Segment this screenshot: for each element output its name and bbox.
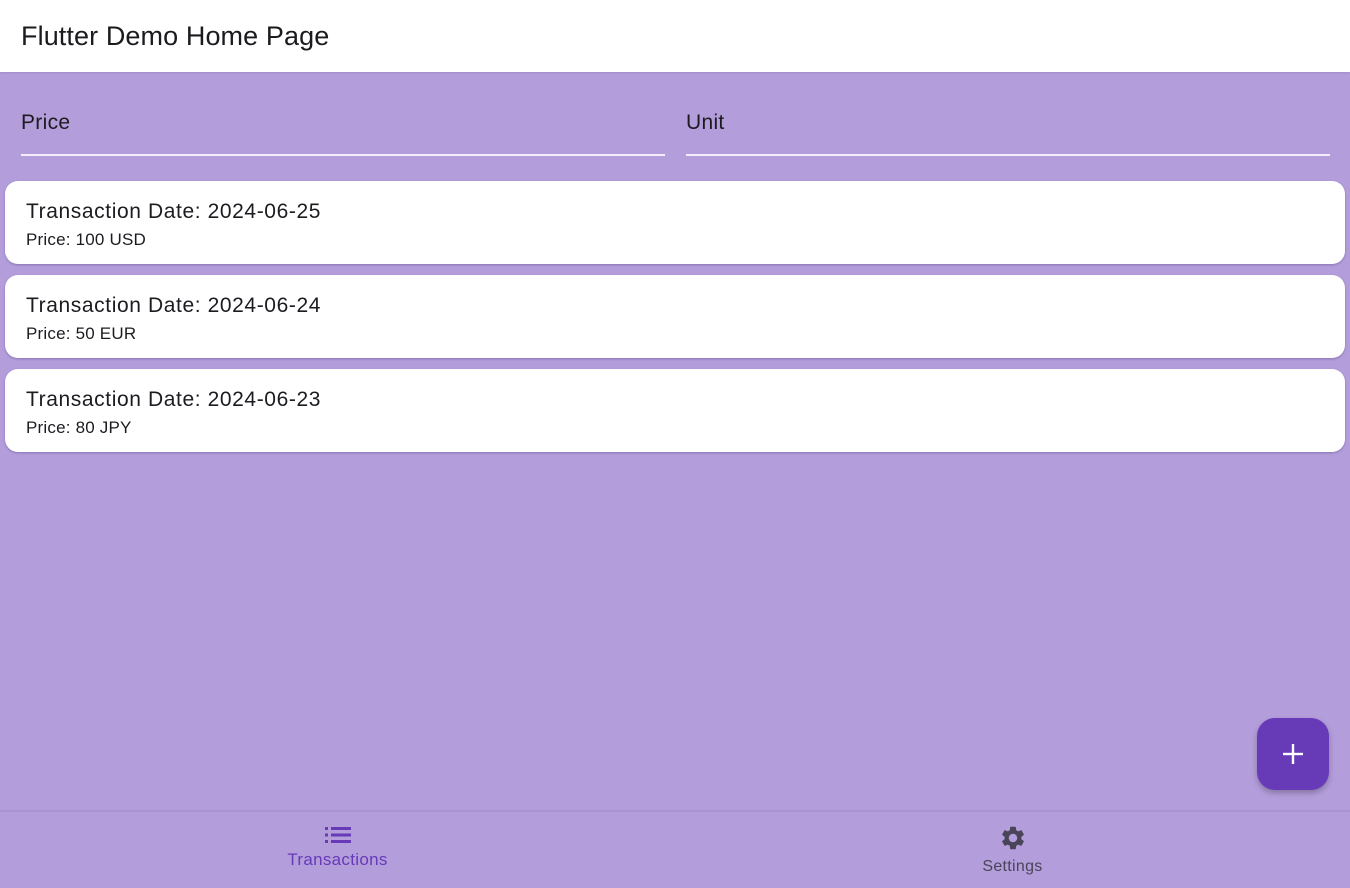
list-icon <box>324 827 351 843</box>
add-transaction-button[interactable] <box>1257 718 1329 790</box>
transaction-date: Transaction Date: 2024-06-23 <box>26 388 322 411</box>
page-title: Flutter Demo Home Page <box>21 20 330 51</box>
bottom-navigation-bar: Transactions Settings <box>0 810 1350 888</box>
transaction-price: Price: 100 USD <box>26 230 146 249</box>
transaction-card[interactable]: Transaction Date: 2024-06-23 Price: 80 J… <box>5 369 1345 452</box>
nav-item-label: Transactions <box>287 850 388 869</box>
transaction-date: Transaction Date: 2024-06-25 <box>26 200 322 223</box>
unit-field-container <box>686 100 1330 156</box>
transaction-card[interactable]: Transaction Date: 2024-06-24 Price: 50 E… <box>5 275 1345 358</box>
transaction-price: Price: 80 JPY <box>26 418 132 437</box>
transaction-card[interactable]: Transaction Date: 2024-06-25 Price: 100 … <box>5 181 1345 264</box>
app-bar: Flutter Demo Home Page <box>0 0 1350 72</box>
nav-item-transactions[interactable]: Transactions <box>0 812 675 888</box>
price-field-container <box>21 100 665 156</box>
unit-input[interactable] <box>686 108 1330 138</box>
transaction-price: Price: 50 EUR <box>26 324 137 343</box>
gear-icon <box>1001 826 1024 850</box>
nav-item-label: Settings <box>982 858 1043 875</box>
price-input[interactable] <box>21 108 665 138</box>
plus-icon <box>1283 744 1303 764</box>
nav-item-settings[interactable]: Settings <box>675 812 1350 888</box>
filter-row <box>21 100 1330 156</box>
transaction-date: Transaction Date: 2024-06-24 <box>26 294 322 317</box>
transaction-list: Transaction Date: 2024-06-25 Price: 100 … <box>5 181 1345 463</box>
